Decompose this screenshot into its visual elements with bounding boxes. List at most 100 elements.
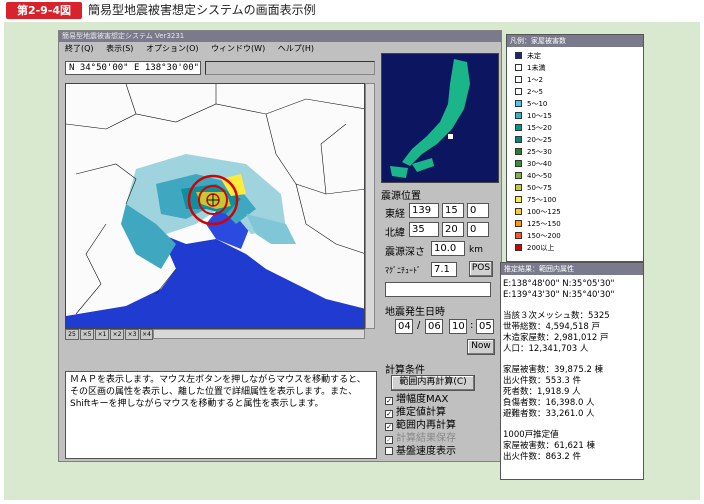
zoom-x2-button[interactable]: ×2 — [110, 329, 124, 340]
checkbox-icon: ✓ — [385, 410, 393, 418]
legend-swatch — [515, 112, 522, 119]
legend-label: 150～200 — [527, 232, 561, 240]
legend-swatch — [515, 172, 522, 179]
range-start: E:138°48'00" N:35°05'30" — [503, 279, 615, 289]
date-separator: / — [417, 320, 421, 331]
option-label: 範囲内再計算 — [396, 420, 456, 431]
legend-swatch — [515, 208, 522, 215]
zoom-x4-button[interactable]: ×4 — [140, 329, 153, 340]
legend-item: 2～5 — [515, 87, 543, 98]
mesh-count: 当該３次メッシュ数：5325 — [503, 311, 610, 321]
recalc-button[interactable]: 範囲内再計算(C) — [391, 375, 475, 391]
menu-window[interactable]: ウィンドウ(W) — [211, 44, 265, 53]
death-count: 死者数：1,918.9 人 — [503, 387, 581, 397]
month-input[interactable]: 04 — [395, 319, 413, 334]
depth-label: 震源深さ — [385, 247, 425, 258]
legend-label: 75～100 — [527, 196, 557, 204]
option-label: 増幅度MAX — [396, 394, 449, 405]
magnitude-label: ﾏｸﾞﾆﾁｭｰﾄﾞ — [385, 266, 421, 275]
calc-section-label: 計算条件 — [385, 365, 425, 376]
checkbox-icon: ✓ — [385, 423, 393, 431]
legend-label: 5～10 — [527, 100, 548, 108]
latitude-seconds-input[interactable]: 0 — [467, 222, 489, 237]
day-input[interactable]: 06 — [425, 319, 443, 334]
sub-fire-count: 出火件数：863.2 件 — [503, 452, 582, 462]
figure-title: 簡易型地震被害想定システムの画面表示例 — [88, 3, 316, 17]
option-range-recalc[interactable]: ✓ 範囲内再計算 — [385, 420, 456, 432]
legend-item: 125～150 — [515, 219, 561, 230]
option-base-velocity[interactable]: 基盤速度表示 — [385, 446, 456, 458]
menu-view[interactable]: 表示(S) — [106, 44, 133, 53]
legend-title: 凡例：家屋被害数 — [507, 35, 643, 47]
legend-swatch — [515, 124, 522, 131]
option-label: 計算結果保存 — [396, 433, 456, 444]
legend-swatch — [515, 88, 522, 95]
menu-help[interactable]: ヘルプ(H) — [278, 44, 314, 53]
legend-item: 100～125 — [515, 207, 561, 218]
latitude-label: 北緯 — [385, 228, 405, 239]
magnitude-input[interactable]: 7.1 — [431, 262, 457, 277]
zoom-x5-button[interactable]: ×5 — [80, 329, 94, 340]
latitude-minutes-input[interactable]: 20 — [442, 222, 464, 237]
legend-item: 50～75 — [515, 183, 552, 194]
zoom-x1-button[interactable]: ×1 — [95, 329, 109, 340]
message-area: ＭＡＰを表示します。マウス左ボタンを押しながらマウスを移動すると、その区画の属性… — [65, 371, 377, 459]
overview-minimap[interactable] — [381, 53, 499, 183]
legend-swatch — [515, 184, 522, 191]
epicenter-section-label: 震源位置 — [381, 191, 421, 202]
legend-label: 125～150 — [527, 220, 561, 228]
pos-button[interactable]: POS — [469, 261, 493, 277]
legend-item: 1～2 — [515, 75, 543, 86]
legend-label: 15～20 — [527, 124, 552, 132]
legend-swatch — [515, 52, 522, 59]
legend-item: 200以上 — [515, 243, 554, 254]
damage-map[interactable] — [65, 83, 365, 329]
legend-label: 1未満 — [527, 64, 546, 72]
longitude-seconds-input[interactable]: 0 — [467, 203, 489, 218]
sub-estimate-title: 1000戸推定値 — [503, 430, 559, 440]
checkbox-icon: ✓ — [385, 397, 393, 405]
sub-house-damage: 家屋被害数：61,621 棟 — [503, 441, 595, 451]
depth-input[interactable]: 10.0 — [431, 241, 465, 256]
option-label: 基盤速度表示 — [396, 446, 456, 457]
checkbox-icon: ✓ — [385, 436, 393, 444]
legend-label: 2～5 — [527, 88, 543, 96]
option-amplification-max[interactable]: ✓ 増幅度MAX — [385, 394, 448, 406]
time-separator: : — [470, 320, 474, 331]
result-window: 推定結果：範囲内属性 E:138°48'00" N:35°05'30" E:13… — [500, 262, 644, 480]
latitude-degrees-input[interactable]: 35 — [409, 222, 439, 237]
range-end: E:139°43'30" N:35°40'30" — [503, 290, 615, 300]
checkbox-icon — [385, 447, 393, 455]
minute-input[interactable]: 05 — [476, 319, 494, 334]
menu-exit[interactable]: 終了(Q) — [65, 44, 94, 53]
legend-item: 10～15 — [515, 111, 552, 122]
legend-swatch — [515, 244, 522, 251]
longitude-minutes-input[interactable]: 15 — [442, 203, 464, 218]
map-vertical-scrollbar[interactable] — [365, 83, 375, 329]
legend-label: 25～30 — [527, 148, 552, 156]
legend-item: 40～50 — [515, 171, 552, 182]
option-estimate-calc[interactable]: ✓ 推定値計算 — [385, 407, 446, 419]
longitude-degrees-input[interactable]: 139 — [409, 203, 439, 218]
legend-label: 100～125 — [527, 208, 561, 216]
legend-swatch — [515, 220, 522, 227]
wooden-house-count: 木造家屋数：2,981,012 戸 — [503, 333, 609, 343]
map-horizontal-scrollbar[interactable] — [153, 329, 365, 339]
fire-count: 出火件数：553.3 件 — [503, 376, 582, 386]
longitude-label: 東経 — [385, 209, 405, 220]
injured-count: 負傷者数：16,398.0 人 — [503, 398, 595, 408]
legend-swatch — [515, 196, 522, 203]
zoom-x3-button[interactable]: ×3 — [125, 329, 139, 340]
option-save-results[interactable]: ✓ 計算結果保存 — [385, 433, 456, 445]
menu-options[interactable]: オプション(O) — [146, 44, 199, 53]
location-name-field[interactable] — [385, 282, 491, 297]
household-count: 世帯総数：4,594,518 戸 — [503, 322, 600, 332]
legend-swatch — [515, 100, 522, 107]
zoom-25-button[interactable]: 25 — [65, 329, 79, 340]
now-button[interactable]: Now — [467, 339, 495, 355]
legend-item: 150～200 — [515, 231, 561, 242]
population: 人口：12,341,703 人 — [503, 344, 589, 354]
legend-item: 75～100 — [515, 195, 556, 206]
legend-label: 未定 — [527, 52, 541, 60]
hour-input[interactable]: 10 — [449, 319, 467, 334]
